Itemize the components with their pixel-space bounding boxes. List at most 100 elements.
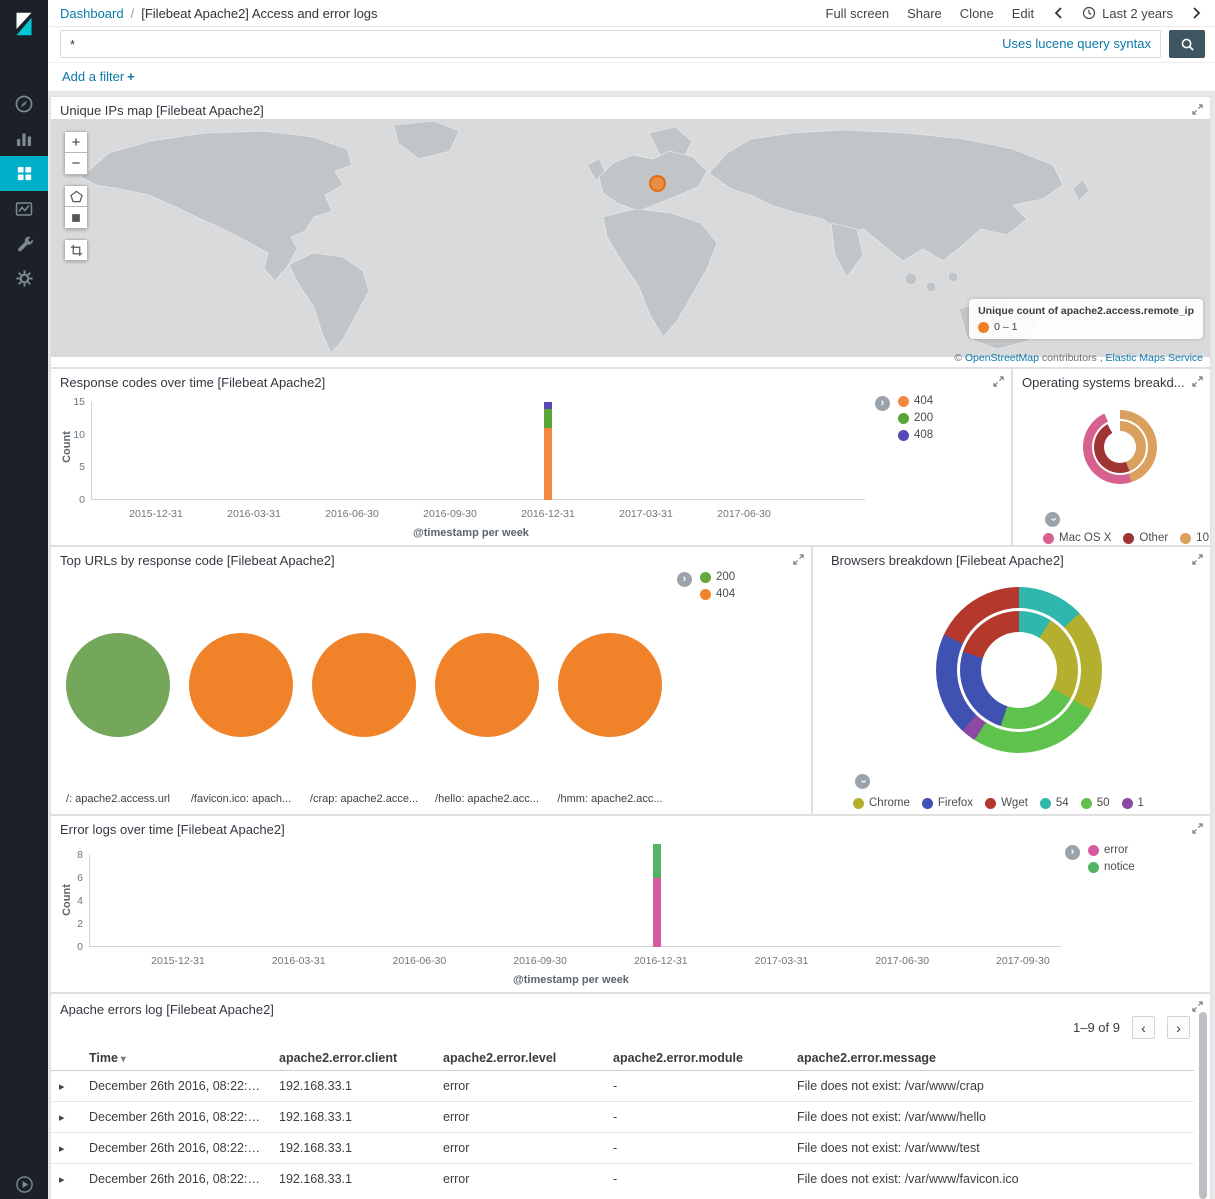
pie-label: /: apache2.access.url (66, 793, 170, 805)
legend-item-200[interactable]: 200 (898, 412, 933, 424)
share-button[interactable]: Share (907, 6, 942, 21)
bar-segment-404[interactable] (544, 428, 552, 500)
pagination: 1–9 of 9 (1073, 1016, 1190, 1039)
expand-row-icon[interactable] (59, 1143, 65, 1155)
kibana-logo[interactable] (0, 0, 48, 48)
time-picker[interactable]: Last 2 years (1082, 6, 1173, 21)
pie-slice-404[interactable] (189, 633, 293, 737)
clone-button[interactable]: Clone (960, 6, 994, 21)
sidebar-item-timelion[interactable] (0, 191, 48, 226)
column-header-apache2-error-level[interactable]: apache2.error.level (435, 1046, 605, 1071)
expand-row-icon[interactable] (59, 1112, 65, 1124)
bar-segment-408[interactable] (544, 402, 552, 409)
x-tick-label: 2016-09-30 (405, 508, 495, 520)
draw-polygon-button[interactable] (64, 185, 88, 207)
main-area: Dashboard / [Filebeat Apache2] Access an… (48, 0, 1215, 1199)
bar-segment-error[interactable] (653, 878, 661, 947)
legend-label: Mac OS X (1059, 532, 1111, 544)
legend-item-Wget[interactable]: Wget (985, 797, 1028, 809)
prev-page-button[interactable] (1132, 1016, 1155, 1039)
x-tick-label: 2017-03-31 (737, 955, 827, 967)
openstreetmap-link[interactable]: OpenStreetMap (965, 352, 1039, 364)
breadcrumb-dashboard-link[interactable]: Dashboard (60, 6, 124, 21)
full-screen-button[interactable]: Full screen (826, 6, 890, 21)
pie-slice-404[interactable] (312, 633, 416, 737)
sidebar-item-visualize[interactable] (0, 121, 48, 156)
legend-toggle-icon[interactable] (875, 396, 890, 411)
draw-rectangle-button[interactable] (64, 207, 88, 229)
legend-item-408[interactable]: 408 (898, 429, 933, 441)
legend-item-54[interactable]: 54 (1040, 797, 1069, 809)
panel-title: Operating systems breakd... (1022, 375, 1185, 390)
bar-segment-200[interactable] (544, 409, 552, 429)
legend-collapse-icon[interactable] (1045, 512, 1060, 527)
legend-item-Mac OS X[interactable]: Mac OS X (1043, 532, 1111, 544)
expand-row-icon[interactable] (59, 1174, 65, 1186)
legend-item-200[interactable]: 200 (700, 571, 735, 583)
pie-slice-200[interactable] (66, 633, 170, 737)
sidebar-item-management[interactable] (0, 261, 48, 296)
next-page-button[interactable] (1167, 1016, 1190, 1039)
time-range-label: Last 2 years (1102, 6, 1173, 21)
expand-panel-icon[interactable] (1192, 104, 1203, 115)
legend-toggle-icon[interactable] (1065, 845, 1080, 860)
legend-item-1[interactable]: 1 (1122, 797, 1144, 809)
os-donut[interactable] (1083, 410, 1157, 484)
expand-panel-icon[interactable] (1192, 554, 1203, 565)
geo-point-marker[interactable] (649, 175, 666, 192)
zoom-in-button[interactable]: + (64, 131, 88, 153)
query-input[interactable] (60, 30, 1161, 58)
scrollbar-thumb[interactable] (1199, 1012, 1207, 1199)
x-tick-label: 2016-09-30 (495, 955, 585, 967)
chart-legend: Mac OS X Other 10 (1043, 532, 1209, 544)
legend-item-404[interactable]: 404 (700, 588, 735, 600)
sidebar-item-discover[interactable] (0, 86, 48, 121)
time-forward-button[interactable] (1191, 6, 1203, 20)
bar-chart-icon (14, 129, 34, 149)
legend-item-50[interactable]: 50 (1081, 797, 1110, 809)
expand-panel-icon[interactable] (793, 554, 804, 565)
legend-dot (853, 798, 864, 809)
elastic-maps-service-link[interactable]: Elastic Maps Service (1106, 352, 1203, 364)
expand-row-icon[interactable] (59, 1081, 65, 1093)
sidebar-item-dev-tools[interactable] (0, 226, 48, 261)
add-filter-link[interactable]: Add a filter+ (62, 69, 135, 84)
time-back-button[interactable] (1052, 6, 1064, 20)
attribution-text: contributors , (1042, 352, 1103, 364)
browsers-donut[interactable] (936, 587, 1102, 753)
legend-item-Chrome[interactable]: Chrome (853, 797, 910, 809)
legend-item-error[interactable]: error (1088, 844, 1135, 856)
legend-item-10[interactable]: 10 (1180, 532, 1209, 544)
legend-collapse-icon[interactable] (855, 774, 870, 789)
chart-legend: 200404 (677, 571, 735, 605)
legend-item-404[interactable]: 404 (898, 395, 933, 407)
legend-dot (985, 798, 996, 809)
expand-panel-icon[interactable] (1192, 376, 1203, 387)
bar-segment-notice[interactable] (653, 844, 661, 879)
legend-label: 50 (1097, 797, 1110, 809)
fit-bounds-button[interactable] (64, 239, 88, 261)
search-button[interactable] (1169, 30, 1205, 58)
legend-toggle-icon[interactable] (677, 572, 692, 587)
copyright-symbol: © (954, 352, 962, 364)
sidebar-item-dashboard[interactable] (0, 156, 48, 191)
legend-item-Other[interactable]: Other (1123, 532, 1168, 544)
column-header-apache2-error-message[interactable]: apache2.error.message (789, 1046, 1194, 1071)
column-header-apache2-error-module[interactable]: apache2.error.module (605, 1046, 789, 1071)
table-cell: 192.168.33.1 (271, 1133, 435, 1164)
pie-label: /hmm: apache2.acc... (557, 793, 662, 805)
legend-label: 200 (716, 571, 735, 583)
pie-slice-404[interactable] (435, 633, 539, 737)
legend-dot (898, 413, 909, 424)
pagination-label: 1–9 of 9 (1073, 1020, 1120, 1035)
column-header-time[interactable]: Time (81, 1046, 271, 1071)
sidebar-collapse-button[interactable] (0, 1175, 48, 1194)
column-header-apache2-error-client[interactable]: apache2.error.client (271, 1046, 435, 1071)
edit-button[interactable]: Edit (1012, 6, 1034, 21)
expand-panel-icon[interactable] (1192, 1001, 1203, 1012)
legend-item-Firefox[interactable]: Firefox (922, 797, 973, 809)
legend-item-notice[interactable]: notice (1088, 861, 1135, 873)
zoom-out-button[interactable]: − (64, 153, 88, 175)
pie-slice-404[interactable] (558, 633, 662, 737)
lucene-syntax-link[interactable]: Uses lucene query syntax (1002, 36, 1151, 51)
